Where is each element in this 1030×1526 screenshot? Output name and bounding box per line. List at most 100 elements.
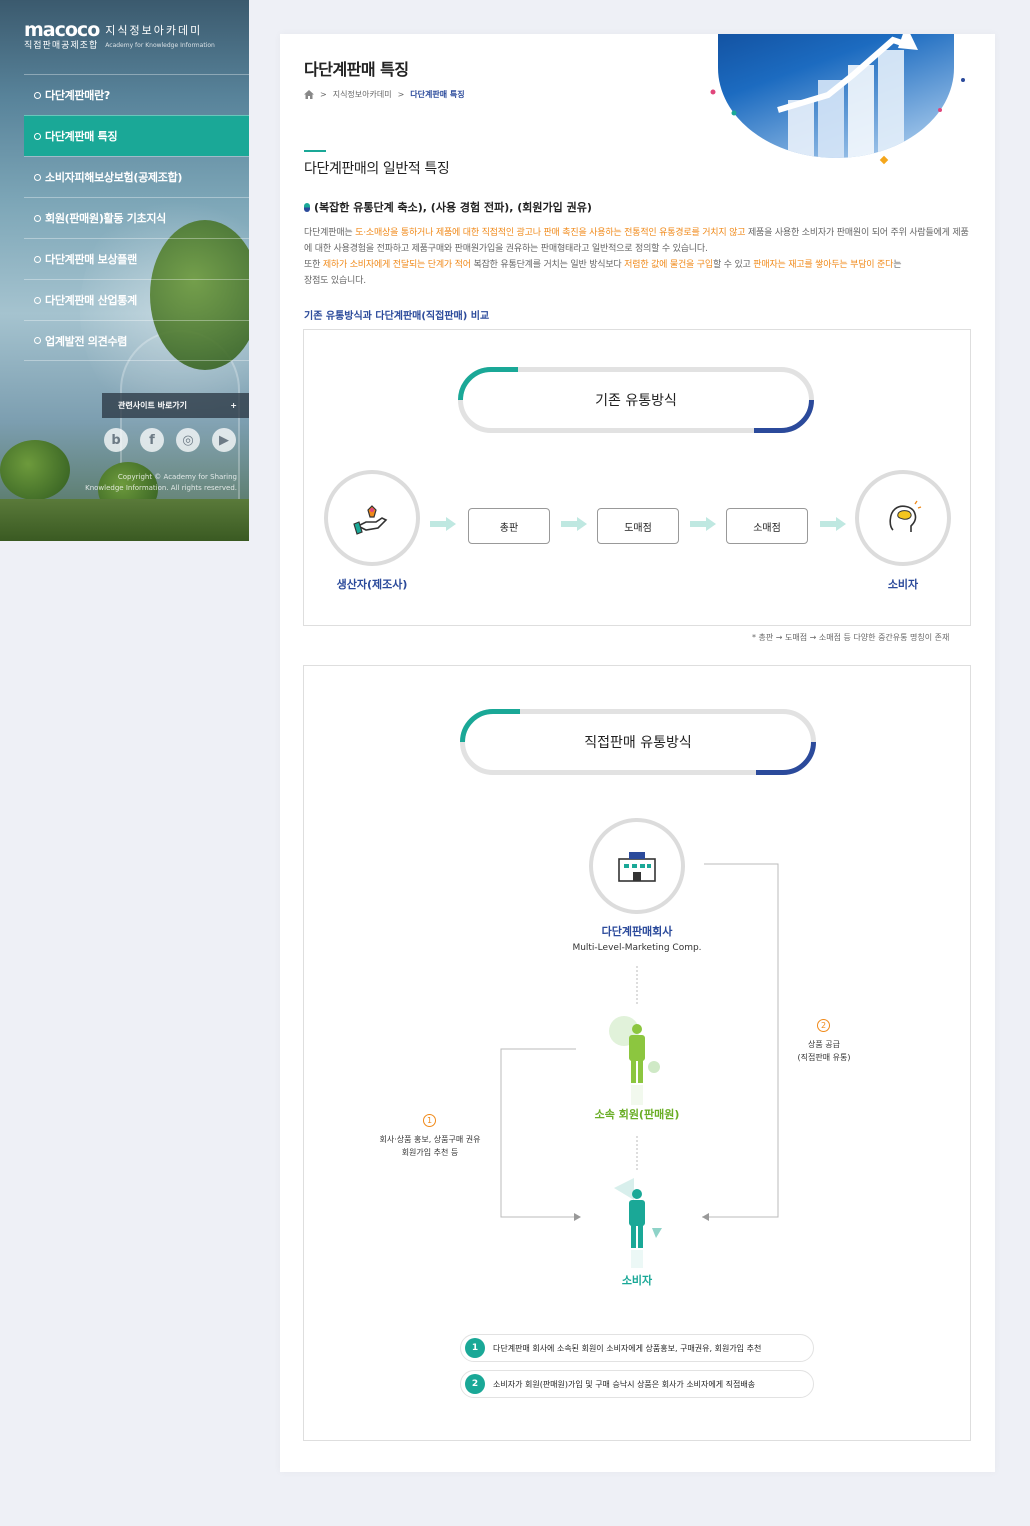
related-sites-dropdown[interactable]: 관련사이트 바로가기 + <box>102 393 249 418</box>
sidebar-item-label: 업계발전 의견수렴 <box>45 334 128 348</box>
step-box: 도매점 <box>597 508 679 544</box>
consumer-label: 소비자 <box>887 578 919 591</box>
logo-korean: 지식정보아카데미 <box>105 24 203 37</box>
existing-distribution-box: 기존 유통방식 생산자(제조사) 총판 도매점 소매점 소비자 <box>303 329 971 626</box>
arrow-right-icon <box>820 517 846 531</box>
arrow-right-icon <box>430 517 456 531</box>
logo[interactable]: macoco 직접판매공제조합 지식정보아카데미 Academy for Kno… <box>24 20 215 51</box>
step-number-badge: 1 <box>423 1114 436 1127</box>
ground-illustration <box>0 499 249 541</box>
social-links: b f ◎ ▶ <box>104 428 236 452</box>
copyright-line: Copyright © Academy for Sharing <box>117 473 237 481</box>
producer-label: 생산자(제조사) <box>336 578 408 591</box>
legend-number: 1 <box>465 1338 485 1358</box>
sidebar-item-label: 회원(판매원)활동 기초지식 <box>45 212 167 225</box>
related-sites-label: 관련사이트 바로가기 <box>118 401 188 410</box>
breadcrumb-current[interactable]: 다단계판매 특징 <box>410 89 464 100</box>
consumer-head-icon <box>889 500 922 532</box>
sidebar-item-label: 다단계판매 특징 <box>45 130 118 143</box>
sidebar-item[interactable]: 다단계판매란? <box>24 74 249 115</box>
blog-icon[interactable]: b <box>104 428 128 452</box>
logo-english: Academy for Knowledge Information <box>105 42 215 49</box>
building-icon <box>618 852 656 882</box>
sidebar-item-label: 다단계판매 보상플랜 <box>45 253 137 266</box>
section-accent-bar <box>304 150 326 152</box>
plus-icon: + <box>230 401 237 410</box>
comparison-title: 기존 유통방식과 다단계판매(직접판매) 비교 <box>304 311 490 322</box>
sidebar-item[interactable]: 회원(판매원)활동 기초지식 <box>24 197 249 238</box>
member-person-icon <box>609 1016 660 1105</box>
member-label: 소속 회원(판매원) <box>594 1108 680 1121</box>
arrow-right-icon <box>690 517 716 531</box>
left-annotation: 회사·상품 홍보, 상품구매 권유 회원가입 추천 등 <box>350 1133 510 1159</box>
logo-mark: macoco <box>24 19 100 41</box>
facebook-icon[interactable]: f <box>140 428 164 452</box>
legend-number: 2 <box>465 1374 485 1394</box>
breadcrumb-level1[interactable]: 지식정보아카데미 <box>333 89 392 100</box>
paragraph-text: 다단계판매는 <box>304 228 356 238</box>
step-box: 총판 <box>468 508 550 544</box>
legend-text: 다단계판매 회사에 소속된 회원이 소비자에게 상품홍보, 구매권유, 회원가입… <box>493 1343 762 1353</box>
paragraph-text: 장점도 있습니다. <box>304 276 366 286</box>
feature-heading: (복잡한 유통단계 축소), (사용 경험 전파), (회원가입 권유) <box>304 199 592 215</box>
hand-product-icon <box>353 505 388 535</box>
tree-illustration <box>0 440 70 500</box>
arrow-right-icon <box>561 517 587 531</box>
circle-icon <box>34 214 41 222</box>
youtube-icon[interactable]: ▶ <box>212 428 236 452</box>
feature-heading-text: (복잡한 유통단계 축소), (사용 경험 전파), (회원가입 권유) <box>314 201 592 214</box>
paragraph-text: 는 <box>893 260 902 270</box>
circle-icon <box>34 255 41 263</box>
section-title: 다단계판매의 일반적 특징 <box>304 161 450 177</box>
highlight-text: 저렴한 값에 물건을 구입 <box>624 260 713 270</box>
sidebar-menu: 다단계판매란? 다단계판매 특징 소비자피해보상보험(공제조합) 회원(판매원)… <box>24 74 249 361</box>
highlight-text: 판매자는 재고를 쌓아두는 부담이 준다 <box>753 260 894 270</box>
consumer-person-icon <box>614 1178 662 1268</box>
pill-arc-decor <box>458 367 814 433</box>
company-english-label: Multi-Level-Marketing Comp. <box>572 943 702 953</box>
circle-icon <box>34 296 41 304</box>
sidebar-item-label: 다단계판매란? <box>45 89 111 102</box>
footnote: * 총판 → 도매점 → 소매점 등 다양한 중간유통 명칭이 존재 <box>752 633 950 642</box>
circle-icon <box>34 337 41 344</box>
bullet-icon <box>304 202 310 212</box>
sidebar-item-label: 다단계판매 산업통계 <box>45 294 137 307</box>
sidebar-item[interactable]: 다단계판매 보상플랜 <box>24 238 249 279</box>
producer-node <box>324 470 420 566</box>
sidebar-item[interactable]: 업계발전 의견수렴 <box>24 320 249 361</box>
circle-icon <box>34 132 41 140</box>
legend-item: 1 다단계판매 회사에 소속된 회원이 소비자에게 상품홍보, 구매권유, 회원… <box>460 1334 814 1362</box>
content-card: 다단계판매 특징 > 지식정보아카데미 > 다단계판매 특징 다단계판매의 일반… <box>280 34 995 1472</box>
step-box: 소매점 <box>726 508 808 544</box>
left-annotation-line: 회원가입 추천 등 <box>401 1148 459 1157</box>
hero-illustration <box>710 34 965 165</box>
paragraph-text: 복잡한 유통단계를 거치는 일반 방식보다 <box>470 260 625 270</box>
breadcrumb-separator: > <box>320 90 327 99</box>
sidebar: macoco 직접판매공제조합 지식정보아카데미 Academy for Kno… <box>0 0 249 541</box>
copyright-line: Knowledge Information. All rights reserv… <box>85 484 237 492</box>
legend-text: 소비자가 회원(판매원)가입 및 구매 승낙시 상품은 회사가 소비자에게 직접… <box>493 1379 756 1389</box>
legend-item: 2 소비자가 회원(판매원)가입 및 구매 승낙시 상품은 회사가 소비자에게 … <box>460 1370 814 1398</box>
copyright: Copyright © Academy for Sharing Knowledg… <box>85 472 237 494</box>
right-annotation-line: 상품 공급 <box>808 1040 840 1049</box>
sidebar-item[interactable]: 다단계판매 산업통계 <box>24 279 249 320</box>
page-title: 다단계판매 특징 <box>304 60 409 79</box>
sidebar-item-active[interactable]: 다단계판매 특징 <box>24 115 249 156</box>
consumer-label: 소비자 <box>621 1274 653 1287</box>
highlight-text: 제하가 소비자에게 전달되는 단계가 적어 <box>322 260 471 270</box>
instagram-icon[interactable]: ◎ <box>176 428 200 452</box>
step-number-badge: 2 <box>817 1019 830 1032</box>
breadcrumb: > 지식정보아카데미 > 다단계판매 특징 <box>304 89 465 100</box>
paragraph-text: 또한 <box>304 260 323 270</box>
decor-dots <box>710 78 965 165</box>
circle-icon <box>34 173 41 181</box>
home-icon[interactable] <box>304 90 314 99</box>
logo-subtitle: 직접판매공제조합 <box>24 41 99 51</box>
circle-icon <box>34 91 41 99</box>
company-label: 다단계판매회사 <box>601 925 673 938</box>
consumer-node <box>855 470 951 566</box>
highlight-text: 도·소매상을 통하거나 제품에 대한 직접적인 광고나 판매 촉진을 사용하는 … <box>355 228 746 238</box>
feature-paragraph: 다단계판매는 도·소매상을 통하거나 제품에 대한 직접적인 광고나 판매 촉진… <box>304 225 974 289</box>
sidebar-item[interactable]: 소비자피해보상보험(공제조합) <box>24 156 249 197</box>
paragraph-text: 할 수 있고 <box>712 260 754 270</box>
